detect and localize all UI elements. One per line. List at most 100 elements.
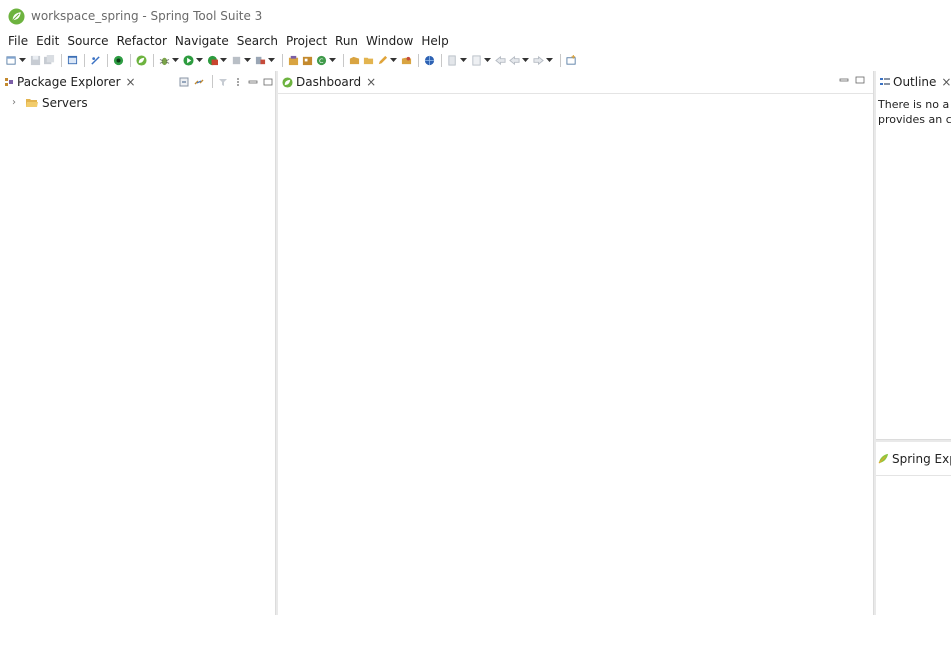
save-all-icon[interactable] [43,55,55,67]
package-explorer-actions [178,75,277,88]
stop-icon[interactable] [230,55,242,67]
external-tools-icon[interactable] [206,55,218,67]
tab-label: Dashboard [296,75,362,89]
outline-message-line: There is no a [878,98,950,111]
outline-message: There is no a provides an c [878,97,951,127]
menu-edit[interactable]: Edit [32,32,63,50]
toolbar-separator [107,54,108,67]
editor-content[interactable] [278,93,873,615]
new-icon[interactable] [5,55,17,67]
outline-message-line: provides an c [878,113,951,126]
open-perspective-icon[interactable] [565,55,577,67]
svg-text:C: C [319,57,324,65]
tree-item-servers[interactable]: › Servers [0,94,275,111]
spring-explorer-icon [878,453,889,464]
package-explorer-panel: Package Explorer × › Servers [0,71,275,615]
next-annotation-dropdown-icon[interactable] [484,55,491,67]
toolbar-separator [282,54,283,67]
tab-dashboard[interactable]: Dashboard × [278,71,380,93]
last-edit-icon[interactable] [494,55,506,67]
toolbar-separator [418,54,419,67]
menu-search[interactable]: Search [233,32,282,50]
toolbar-separator [560,54,561,67]
outline-panel: Outline × There is no a provides an c [876,71,951,439]
maximize-icon[interactable] [262,76,274,88]
debug-icon[interactable] [158,55,170,67]
spring-leaf-icon [8,7,25,25]
tab-spring-explorer[interactable]: Spring Expl [876,442,951,476]
run-dropdown-icon[interactable] [196,55,203,67]
menu-refactor[interactable]: Refactor [113,32,171,50]
menu-window[interactable]: Window [362,32,417,50]
new-dropdown-icon[interactable] [19,55,26,67]
next-annotation-icon[interactable] [470,55,482,67]
close-icon[interactable]: × [941,75,951,89]
link-with-editor-icon[interactable] [193,76,205,88]
view-menu-icon[interactable] [232,76,244,88]
minimize-icon[interactable] [247,76,259,88]
new-class-icon[interactable]: C [315,55,327,67]
open-folder-icon[interactable] [362,55,374,67]
toolbar-separator [343,54,344,67]
spring-icon[interactable] [135,55,147,67]
menu-project[interactable]: Project [282,32,331,50]
outline-tabbar: Outline × [876,71,951,93]
filter-icon[interactable] [217,76,229,88]
spring-explorer-tabbar: Spring Expl [876,442,951,476]
toolbar-separator [212,75,213,88]
search-icon[interactable] [446,55,458,67]
menu-source[interactable]: Source [63,32,112,50]
package-explorer-icon [4,77,14,87]
back-icon[interactable] [508,55,520,67]
menu-navigate[interactable]: Navigate [171,32,233,50]
outline-icon [880,77,890,87]
toolbar-separator [441,54,442,67]
save-icon[interactable] [29,55,41,67]
editor-actions [833,75,865,85]
spring-leaf-icon [282,76,293,88]
tab-outline[interactable]: Outline × [876,71,951,93]
menu-help[interactable]: Help [417,32,452,50]
new-java-project-icon[interactable] [287,55,299,67]
toolbar-separator [153,54,154,67]
pencil-icon[interactable] [376,55,388,67]
pencil-dropdown-icon[interactable] [390,55,397,67]
menu-bar: File Edit Source Refactor Navigate Searc… [0,32,951,50]
search-dropdown-icon[interactable] [460,55,467,67]
expand-chevron-icon[interactable]: › [12,97,22,108]
debug-dropdown-icon[interactable] [172,55,179,67]
coverage-icon[interactable] [254,55,266,67]
run-icon[interactable] [182,55,194,67]
tree-item-label: Servers [42,95,88,110]
window-title: workspace_spring - Spring Tool Suite 3 [31,9,263,23]
back-dropdown-icon[interactable] [522,55,529,67]
collapse-all-icon[interactable] [178,76,190,88]
tab-package-explorer[interactable]: Package Explorer × [0,71,140,93]
skip-breakpoints-icon[interactable] [89,55,101,67]
title-bar: workspace_spring - Spring Tool Suite 3 [0,0,951,32]
editor-area: Dashboard × [278,71,873,615]
open-type-icon[interactable] [348,55,360,67]
toolbar-separator [84,54,85,67]
minimize-icon[interactable] [839,75,849,85]
stop-dropdown-icon[interactable] [244,55,251,67]
coverage-dropdown-icon[interactable] [268,55,275,67]
boot-dashboard-icon[interactable] [112,55,124,67]
tab-label: Outline [893,75,937,89]
maximize-icon[interactable] [855,75,865,85]
menu-run[interactable]: Run [331,32,362,50]
close-icon[interactable]: × [126,75,136,89]
terminal-icon[interactable] [66,55,78,67]
forward-icon[interactable] [532,55,544,67]
open-task-icon[interactable] [400,55,412,67]
spring-explorer-panel: Spring Expl [876,442,951,615]
web-browser-icon[interactable] [423,55,435,67]
external-tools-dropdown-icon[interactable] [220,55,227,67]
new-package-icon[interactable] [301,55,313,67]
menu-file[interactable]: File [4,32,32,50]
tab-label: Package Explorer [17,75,121,89]
new-class-dropdown-icon[interactable] [329,55,336,67]
close-icon[interactable]: × [366,75,376,89]
forward-dropdown-icon[interactable] [546,55,553,67]
folder-icon [26,98,38,108]
